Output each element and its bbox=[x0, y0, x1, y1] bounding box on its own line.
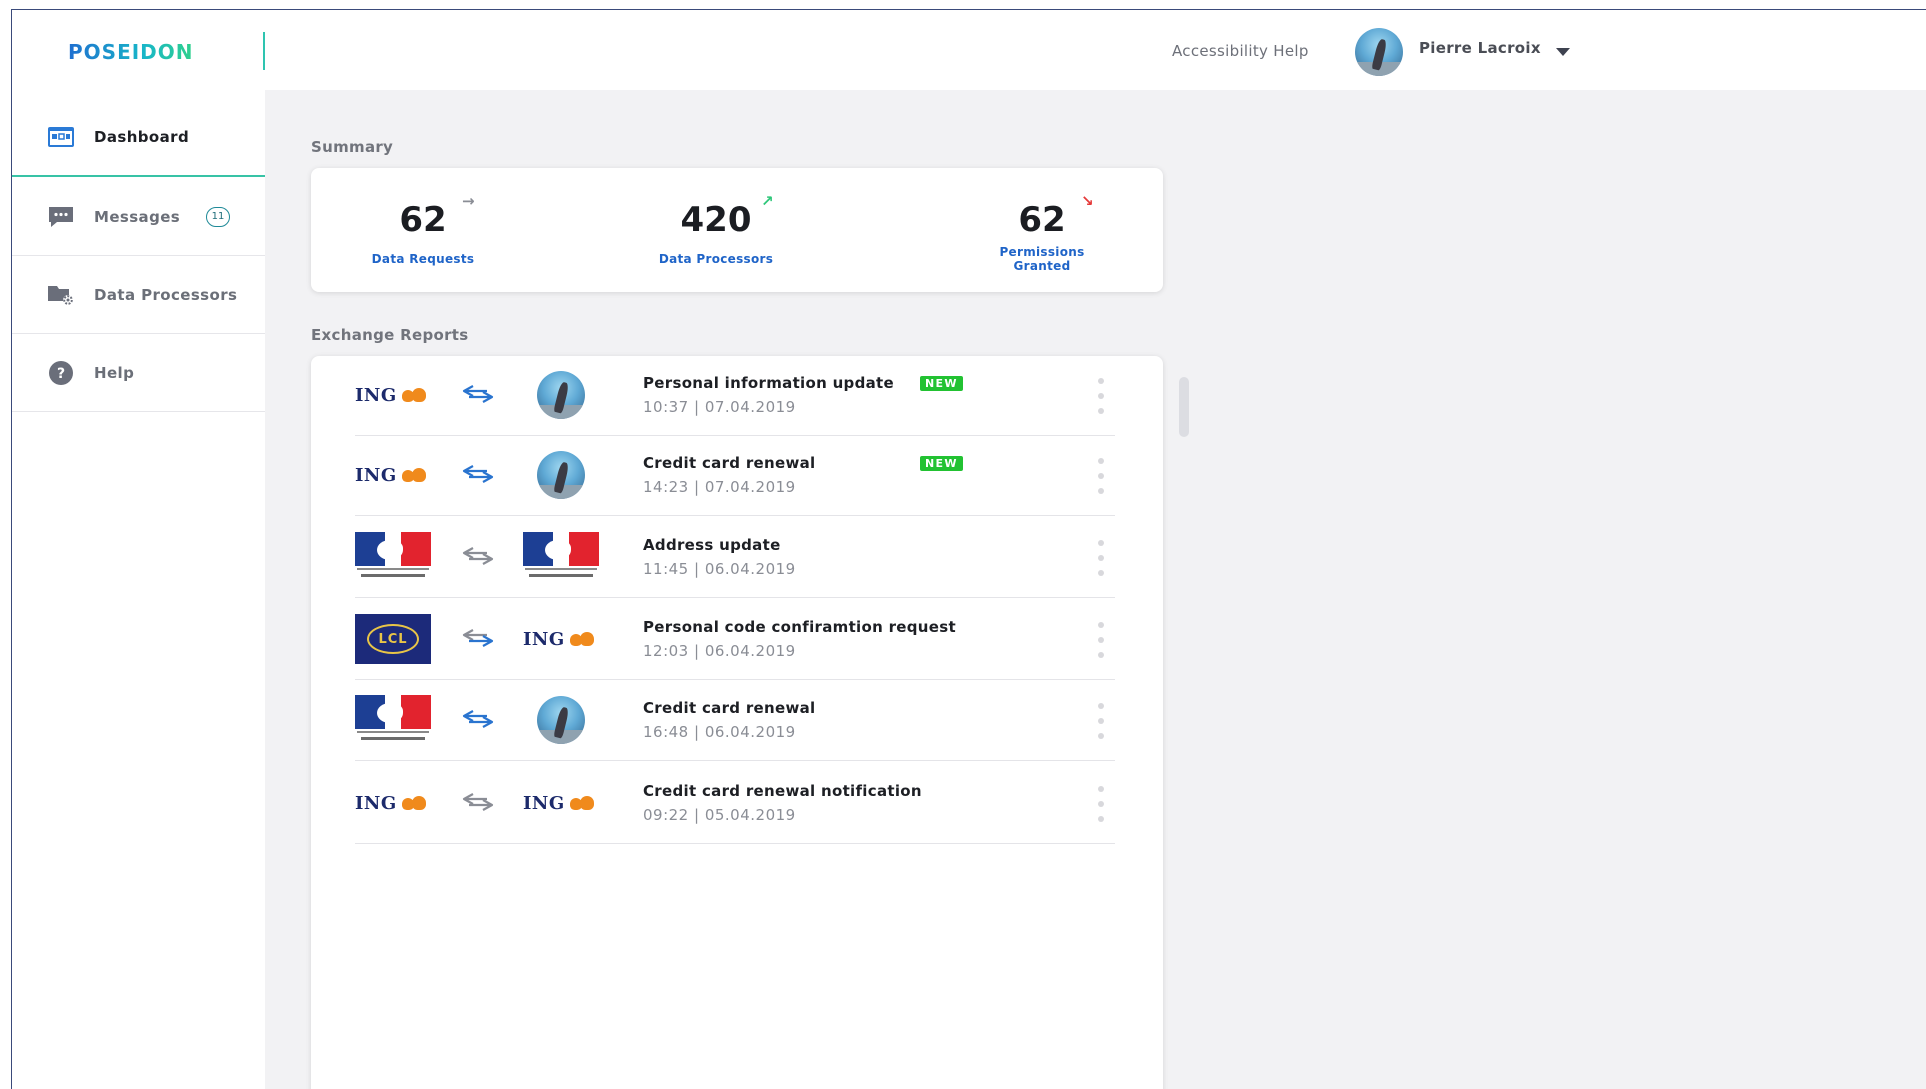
report-row[interactable]: ING ING Credit card renewal notification… bbox=[355, 764, 1115, 844]
republique-francaise-logo bbox=[355, 532, 431, 582]
report-title: Credit card renewal bbox=[643, 454, 816, 472]
sidebar-item-help[interactable]: ? Help bbox=[12, 334, 265, 412]
report-time: 10:37 | 07.04.2019 bbox=[643, 398, 796, 416]
report-row[interactable]: ING Personal information update NEW 10:3… bbox=[355, 356, 1115, 436]
exchange-reports-card: ING Personal information update NEW 10:3… bbox=[311, 356, 1163, 1089]
report-time: 14:23 | 07.04.2019 bbox=[643, 478, 796, 496]
arrow-down-right-icon: ↘ bbox=[1081, 192, 1094, 210]
report-title: Personal code confiramtion request bbox=[643, 618, 956, 636]
report-title: Address update bbox=[643, 536, 781, 554]
more-options-icon[interactable] bbox=[1095, 378, 1107, 414]
user-avatar bbox=[537, 371, 585, 419]
sidebar-item-data-processors[interactable]: Data Processors bbox=[12, 256, 265, 334]
sidebar-item-label: Help bbox=[94, 363, 135, 382]
more-options-icon[interactable] bbox=[1095, 622, 1107, 658]
user-name[interactable]: Pierre Lacroix bbox=[1419, 39, 1541, 57]
arrow-up-right-icon: ↗ bbox=[761, 192, 774, 210]
exchange-reports-title: Exchange Reports bbox=[311, 326, 469, 344]
report-title: Credit card renewal bbox=[643, 699, 816, 717]
report-time: 12:03 | 06.04.2019 bbox=[643, 642, 796, 660]
report-row[interactable]: Address update 11:45 | 06.04.2019 bbox=[355, 518, 1115, 598]
stat-value: 62 bbox=[399, 200, 447, 240]
lcl-logo: LCL bbox=[355, 614, 431, 664]
ing-logo: ING bbox=[355, 778, 431, 828]
republique-francaise-logo bbox=[523, 532, 599, 582]
more-options-icon[interactable] bbox=[1095, 703, 1107, 739]
sidebar-item-label: Dashboard bbox=[94, 128, 190, 146]
poseidon-logo[interactable]: POSEIDON bbox=[68, 40, 194, 64]
exchange-arrows-icon bbox=[462, 793, 494, 811]
top-header: Accessibility Help Pierre Lacroix bbox=[265, 10, 1926, 90]
report-row[interactable]: LCL ING Personal code confiramtion reque… bbox=[355, 600, 1115, 680]
ing-logo: ING bbox=[523, 614, 599, 664]
dashboard-icon bbox=[47, 125, 75, 149]
sidebar-item-label: Data Processors bbox=[94, 285, 238, 304]
stat-label-line2: Granted bbox=[1013, 259, 1071, 273]
report-row[interactable]: Credit card renewal 16:48 | 06.04.2019 bbox=[355, 681, 1115, 761]
report-title: Credit card renewal notification bbox=[643, 782, 922, 800]
data-processors-icon bbox=[47, 283, 75, 307]
exchange-arrows-icon bbox=[462, 710, 494, 728]
ing-logo: ING bbox=[355, 370, 431, 420]
reports-scrollbar[interactable] bbox=[1179, 377, 1189, 437]
messages-count-badge: 11 bbox=[206, 206, 230, 227]
exchange-arrows-icon bbox=[462, 465, 494, 483]
arrow-right-icon: → bbox=[462, 192, 475, 210]
new-badge: NEW bbox=[920, 376, 963, 391]
chevron-down-icon[interactable] bbox=[1556, 48, 1570, 56]
republique-francaise-logo bbox=[355, 695, 431, 745]
svg-text:?: ? bbox=[57, 366, 65, 382]
sidebar-item-messages[interactable]: Messages 11 bbox=[12, 178, 265, 256]
summary-card: 62 → Data Requests 420 ↗ Data Processors… bbox=[311, 168, 1163, 292]
help-icon: ? bbox=[47, 360, 75, 385]
report-time: 09:22 | 05.04.2019 bbox=[643, 806, 796, 824]
sidebar-item-dashboard[interactable]: Dashboard bbox=[12, 99, 265, 177]
user-avatar bbox=[537, 451, 585, 499]
summary-title: Summary bbox=[311, 138, 394, 156]
stat-label-line1: Permissions bbox=[999, 245, 1085, 259]
stat-label: Data Requests bbox=[371, 252, 475, 266]
ing-logo: ING bbox=[355, 450, 431, 500]
sidebar: POSEIDON Dashboard Messages 11 Data Proc… bbox=[12, 10, 265, 1089]
lion-icon bbox=[400, 386, 428, 404]
exchange-arrows-icon bbox=[462, 385, 494, 403]
more-options-icon[interactable] bbox=[1095, 540, 1107, 576]
lion-icon bbox=[400, 794, 428, 812]
exchange-arrows-icon bbox=[462, 629, 494, 647]
stat-label: Data Processors bbox=[658, 252, 774, 266]
exchange-arrows-icon bbox=[462, 547, 494, 565]
report-time: 11:45 | 06.04.2019 bbox=[643, 560, 796, 578]
report-time: 16:48 | 06.04.2019 bbox=[643, 723, 796, 741]
stat-label: Permissions Granted bbox=[942, 245, 1142, 273]
report-row[interactable]: ING Credit card renewal NEW 14:23 | 07.0… bbox=[355, 436, 1115, 516]
sidebar-item-label: Messages bbox=[94, 207, 181, 226]
stat-value: 420 bbox=[680, 200, 752, 240]
app-window: POSEIDON Dashboard Messages 11 Data Proc… bbox=[11, 9, 1926, 1089]
user-avatar[interactable] bbox=[1355, 28, 1403, 76]
user-avatar bbox=[537, 696, 585, 744]
accessibility-help-link[interactable]: Accessibility Help bbox=[1172, 42, 1309, 60]
lion-icon bbox=[568, 794, 596, 812]
lion-icon bbox=[568, 630, 596, 648]
report-title: Personal information update bbox=[643, 374, 895, 392]
lion-icon bbox=[400, 466, 428, 484]
more-options-icon[interactable] bbox=[1095, 786, 1107, 822]
ing-logo: ING bbox=[523, 778, 599, 828]
messages-icon bbox=[47, 205, 75, 229]
more-options-icon[interactable] bbox=[1095, 458, 1107, 494]
new-badge: NEW bbox=[920, 456, 963, 471]
stat-value: 62 bbox=[1018, 200, 1066, 240]
